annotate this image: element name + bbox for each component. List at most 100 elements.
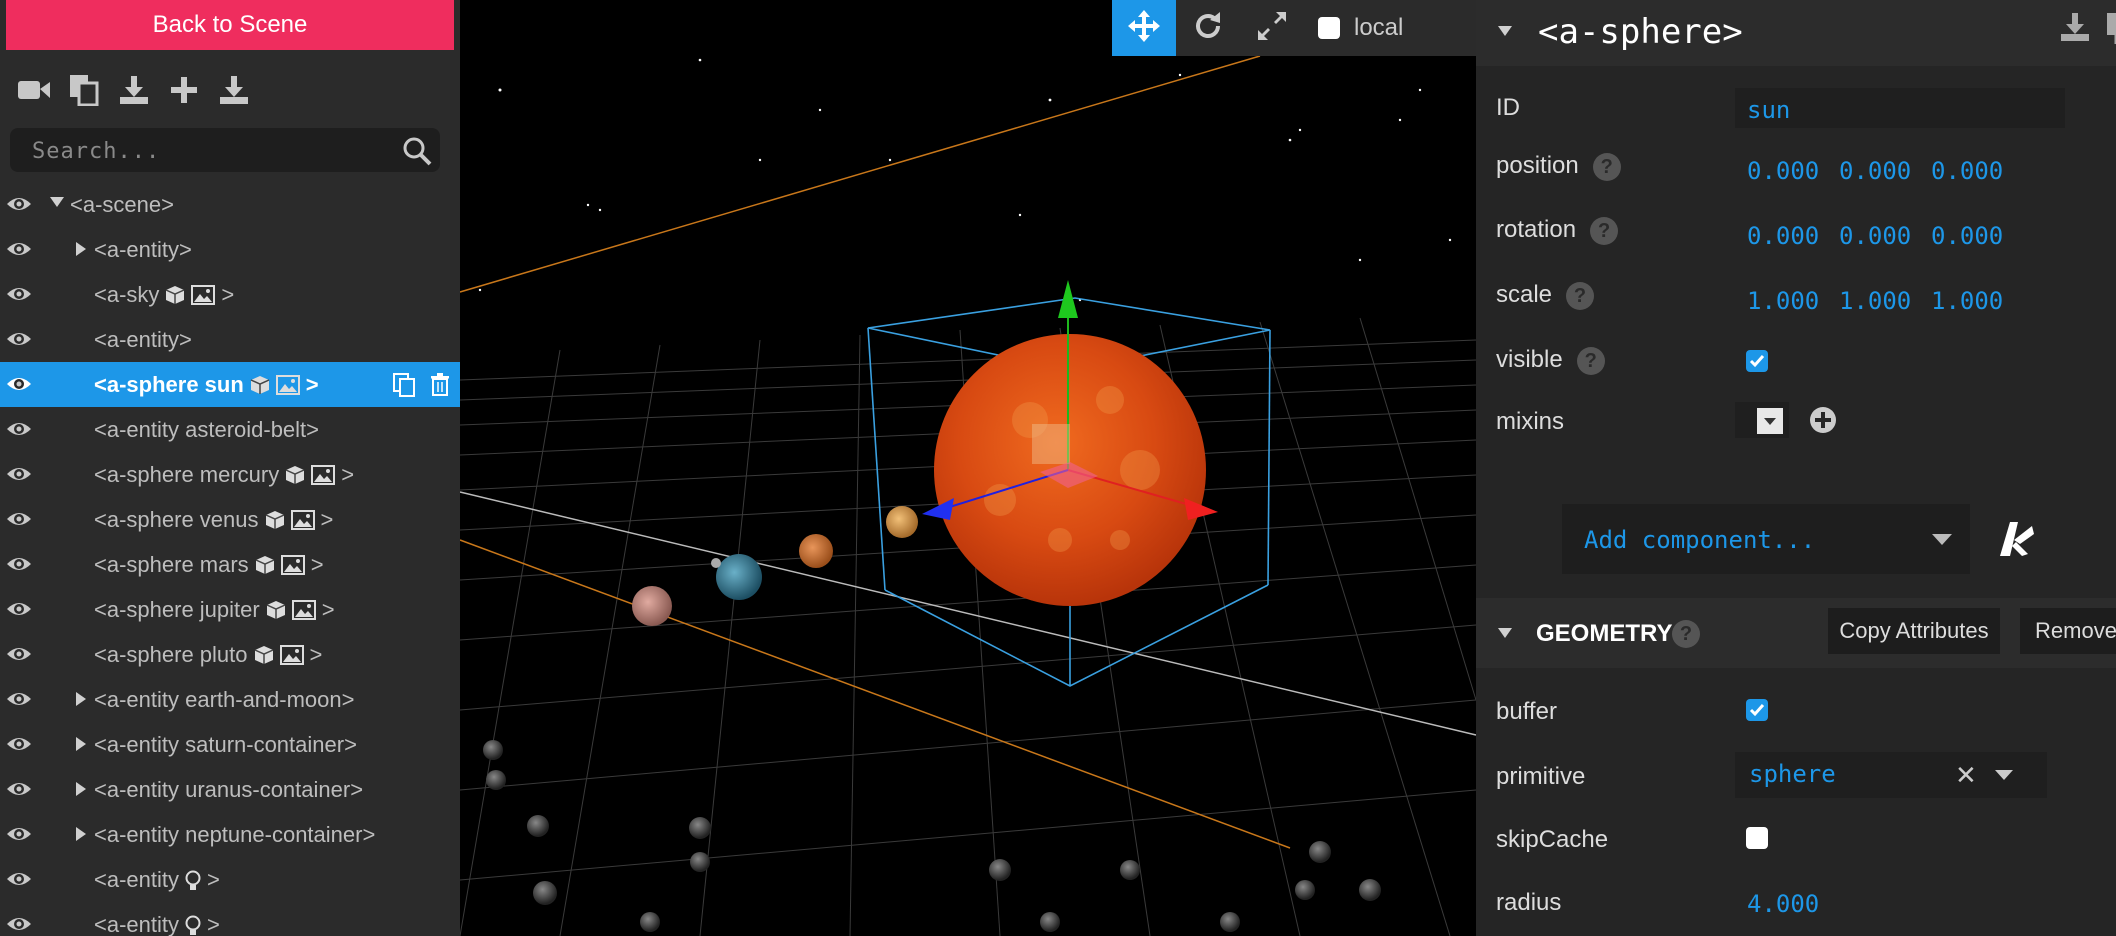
scale-y-field[interactable]: 1.000	[1839, 287, 1911, 315]
tree-item[interactable]: <a-entity saturn-container>	[0, 722, 460, 767]
tree-item[interactable]: <a-sphere sun >	[0, 362, 460, 407]
eye-icon[interactable]	[6, 599, 32, 619]
tree-item-label: <a-sky >	[94, 282, 234, 308]
rotate-tool-button[interactable]	[1176, 0, 1240, 56]
tree-item[interactable]: <a-entity earth-and-moon>	[0, 677, 460, 722]
position-row: position?	[1496, 152, 1621, 181]
position-x-field[interactable]: 0.000	[1747, 157, 1819, 185]
chevron-right-icon[interactable]	[76, 737, 86, 751]
add-mixin-icon[interactable]	[1809, 406, 1837, 439]
image-icon	[275, 374, 300, 395]
tree-item[interactable]: <a-sphere jupiter >	[0, 587, 460, 632]
eye-icon[interactable]	[6, 194, 32, 214]
tree-item[interactable]: <a-entity>	[0, 902, 460, 936]
tree-item[interactable]: <a-entity asteroid-belt>	[0, 407, 460, 452]
search-input[interactable]	[30, 128, 394, 174]
help-icon[interactable]: ?	[1590, 216, 1619, 245]
radius-field[interactable]: 4.000	[1747, 890, 1819, 918]
aframe-logo-icon[interactable]	[1994, 518, 2036, 563]
local-toggle[interactable]: local	[1318, 14, 1403, 42]
eye-icon[interactable]	[6, 284, 32, 304]
tree-item[interactable]: <a-sky >	[0, 272, 460, 317]
skipcache-checkbox[interactable]	[1746, 827, 1768, 849]
clone-icon[interactable]	[392, 372, 416, 404]
eye-icon[interactable]	[6, 644, 32, 664]
eye-icon[interactable]	[6, 734, 32, 754]
eye-icon[interactable]	[6, 869, 32, 889]
eye-icon[interactable]	[6, 329, 32, 349]
back-to-scene-button[interactable]: Back to Scene	[6, 0, 454, 50]
rotation-y-field[interactable]: 0.000	[1839, 222, 1911, 250]
id-field[interactable]: sun	[1735, 88, 2065, 128]
clear-icon[interactable]: ✕	[1955, 760, 1977, 791]
local-checkbox[interactable]	[1318, 17, 1340, 39]
eye-icon[interactable]	[6, 689, 32, 709]
primitive-select[interactable]: sphere ✕	[1735, 752, 2047, 798]
tree-item[interactable]: <a-entity uranus-container>	[0, 767, 460, 812]
chevron-right-icon[interactable]	[76, 782, 86, 796]
eye-icon[interactable]	[6, 554, 32, 574]
add-component-dropdown[interactable]: Add component...	[1562, 504, 1970, 574]
help-icon[interactable]: ?	[1576, 346, 1605, 375]
eye-icon[interactable]	[6, 464, 32, 484]
search-icon[interactable]	[402, 136, 432, 166]
download-icon[interactable]	[116, 72, 152, 108]
mercury-sphere[interactable]	[632, 586, 672, 626]
scale-tool-button[interactable]	[1240, 0, 1304, 56]
tree-item[interactable]: <a-scene>	[0, 182, 460, 227]
eye-icon[interactable]	[6, 509, 32, 529]
eye-icon[interactable]	[6, 914, 32, 934]
venus-sphere[interactable]	[886, 506, 918, 538]
eye-icon[interactable]	[6, 239, 32, 259]
earth-sphere[interactable]	[716, 554, 762, 600]
scale-z-field[interactable]: 1.000	[1931, 287, 2003, 315]
tree-item-text: <a-entity neptune-container>	[94, 821, 376, 847]
collapse-toggle-icon[interactable]	[1498, 26, 1512, 36]
eye-icon[interactable]	[6, 419, 32, 439]
export-icon[interactable]	[216, 72, 252, 108]
rotation-x-field[interactable]: 0.000	[1747, 222, 1819, 250]
chevron-down-icon[interactable]	[1995, 770, 2013, 780]
mars-sphere[interactable]	[799, 534, 833, 568]
help-icon[interactable]: ?	[1592, 152, 1621, 181]
help-icon[interactable]: ?	[1566, 281, 1595, 310]
scale-x-field[interactable]: 1.000	[1747, 287, 1819, 315]
mixins-select[interactable]	[1735, 402, 1789, 438]
chevron-right-icon[interactable]	[76, 242, 86, 256]
tree-item[interactable]: <a-sphere mercury >	[0, 452, 460, 497]
eye-icon[interactable]	[6, 374, 32, 394]
rotation-z-field[interactable]: 0.000	[1931, 222, 2003, 250]
remove-component-button[interactable]: Remove	[2020, 608, 2116, 654]
trash-icon[interactable]	[430, 372, 450, 404]
help-icon[interactable]: ?	[1672, 620, 1700, 648]
plus-icon[interactable]	[166, 72, 202, 108]
tree-item[interactable]: <a-entity>	[0, 227, 460, 272]
tree-item[interactable]: <a-sphere pluto >	[0, 632, 460, 677]
tree-item[interactable]: <a-entity>	[0, 857, 460, 902]
camera-icon[interactable]	[16, 72, 52, 108]
chevron-down-icon[interactable]	[50, 197, 64, 207]
visible-checkbox[interactable]	[1746, 350, 1768, 372]
collapse-toggle-icon[interactable]	[1498, 628, 1512, 638]
position-z-field[interactable]: 0.000	[1931, 157, 2003, 185]
tree-item-text: <a-sphere pluto	[94, 641, 248, 667]
translate-tool-button[interactable]	[1112, 0, 1176, 56]
buffer-checkbox[interactable]	[1746, 699, 1768, 721]
tree-item[interactable]: <a-entity neptune-container>	[0, 812, 460, 857]
position-y-field[interactable]: 0.000	[1839, 157, 1911, 185]
transform-toolbar: local	[1112, 0, 1476, 56]
moon-sphere[interactable]	[711, 558, 721, 568]
export-entity-icon[interactable]	[2060, 12, 2090, 49]
chevron-right-icon[interactable]	[76, 692, 86, 706]
copy-attributes-button[interactable]: Copy Attributes	[1828, 608, 2000, 654]
eye-icon[interactable]	[6, 779, 32, 799]
buffer-label: buffer	[1496, 698, 1557, 725]
eye-icon[interactable]	[6, 824, 32, 844]
mixins-label: mixins	[1496, 408, 1565, 435]
tree-item[interactable]: <a-sphere mars >	[0, 542, 460, 587]
tree-item[interactable]: <a-sphere venus >	[0, 497, 460, 542]
chevron-right-icon[interactable]	[76, 827, 86, 841]
copy-icon[interactable]	[66, 72, 102, 108]
tree-item[interactable]: <a-entity>	[0, 317, 460, 362]
clone-entity-icon[interactable]	[2106, 12, 2116, 49]
